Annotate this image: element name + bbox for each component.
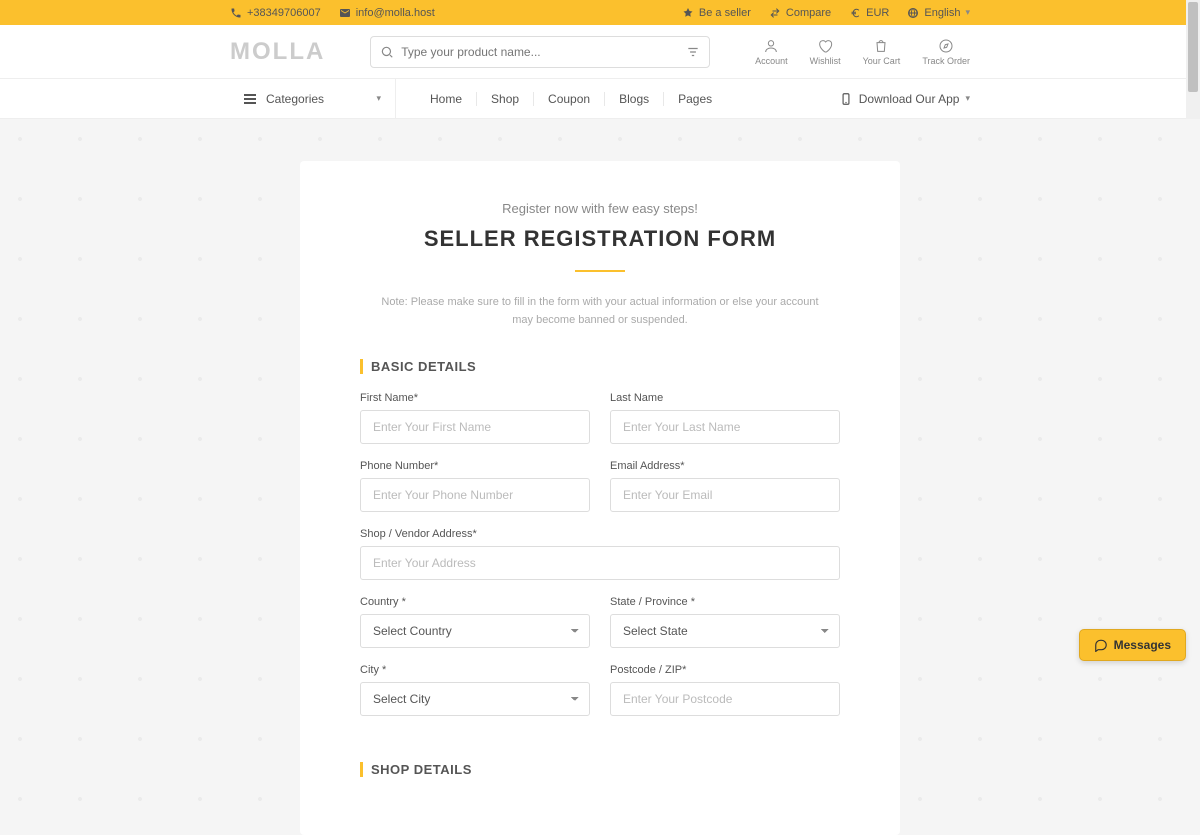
email-link[interactable]: info@molla.host (339, 7, 435, 19)
nav-pages[interactable]: Pages (664, 92, 726, 106)
phone-text: +38349706007 (247, 7, 321, 19)
title-underline (575, 270, 625, 272)
search-input[interactable] (370, 36, 710, 68)
track-order-link[interactable]: Track Order (922, 38, 970, 66)
nav-bar: Categories ▾ Home Shop Coupon Blogs Page… (0, 79, 1200, 119)
scrollbar-thumb[interactable] (1188, 2, 1198, 92)
categories-label: Categories (266, 92, 324, 106)
email-input[interactable] (610, 478, 840, 512)
account-link[interactable]: Account (755, 38, 788, 66)
seller-icon (682, 7, 694, 19)
last-name-input[interactable] (610, 410, 840, 444)
language-text: English (924, 7, 960, 19)
country-label: Country * (360, 596, 590, 608)
nav-home[interactable]: Home (416, 92, 477, 106)
language-select[interactable]: English ▾ (907, 7, 970, 19)
phone-label: Phone Number* (360, 460, 590, 472)
form-subtitle: Register now with few easy steps! (360, 201, 840, 216)
search-icon (380, 45, 394, 59)
country-select[interactable]: Select Country (360, 614, 590, 648)
compare-icon (769, 7, 781, 19)
phone-input[interactable] (360, 478, 590, 512)
postcode-label: Postcode / ZIP* (610, 664, 840, 676)
section-basic-details: BASIC DETAILS (360, 359, 840, 374)
city-select[interactable]: Select City (360, 682, 590, 716)
mail-icon (339, 7, 351, 19)
logo[interactable]: MOLLA (230, 38, 325, 66)
chevron-down-icon: ▾ (965, 93, 970, 104)
currency-icon (849, 7, 861, 19)
address-label: Shop / Vendor Address* (360, 528, 840, 540)
phone-icon (230, 7, 242, 19)
city-label: City * (360, 664, 590, 676)
first-name-input[interactable] (360, 410, 590, 444)
top-bar: +38349706007 info@molla.host Be a seller… (0, 0, 1200, 25)
chevron-down-icon: ▾ (965, 7, 970, 18)
compare-link[interactable]: Compare (769, 7, 831, 19)
wishlist-label: Wishlist (810, 56, 841, 66)
heart-icon (817, 38, 833, 54)
nav-shop[interactable]: Shop (477, 92, 534, 106)
phone-link[interactable]: +38349706007 (230, 7, 321, 19)
categories-button[interactable]: Categories ▾ (230, 79, 396, 119)
form-note: Note: Please make sure to fill in the fo… (360, 294, 840, 329)
cart-label: Your Cart (863, 56, 901, 66)
be-seller-link[interactable]: Be a seller (682, 7, 751, 19)
email-label: Email Address* (610, 460, 840, 472)
seller-text: Be a seller (699, 7, 751, 19)
hamburger-icon (244, 94, 256, 104)
phone-device-icon (839, 92, 853, 106)
compass-icon (938, 38, 954, 54)
cart-link[interactable]: Your Cart (863, 38, 901, 66)
main-header: MOLLA Account Wishlist Your Cart Track O… (0, 25, 1200, 79)
messages-widget[interactable]: Messages (1079, 629, 1186, 661)
state-label: State / Province * (610, 596, 840, 608)
section-shop-details: SHOP DETAILS (360, 762, 840, 777)
track-label: Track Order (922, 56, 970, 66)
messages-label: Messages (1114, 638, 1171, 652)
currency-select[interactable]: EUR (849, 7, 889, 19)
registration-form-card: Register now with few easy steps! SELLER… (300, 161, 900, 835)
filter-icon[interactable] (686, 45, 700, 59)
download-label: Download Our App (859, 92, 960, 106)
wishlist-link[interactable]: Wishlist (810, 38, 841, 66)
globe-icon (907, 7, 919, 19)
state-select[interactable]: Select State (610, 614, 840, 648)
email-text: info@molla.host (356, 7, 435, 19)
first-name-label: First Name* (360, 392, 590, 404)
chat-icon (1094, 638, 1108, 652)
nav-blogs[interactable]: Blogs (605, 92, 664, 106)
postcode-input[interactable] (610, 682, 840, 716)
bag-icon (873, 38, 889, 54)
user-icon (763, 38, 779, 54)
last-name-label: Last Name (610, 392, 840, 404)
download-app-button[interactable]: Download Our App ▾ (839, 92, 970, 106)
nav-coupon[interactable]: Coupon (534, 92, 605, 106)
currency-text: EUR (866, 7, 889, 19)
compare-text: Compare (786, 7, 831, 19)
chevron-down-icon: ▾ (376, 93, 381, 104)
nav-links: Home Shop Coupon Blogs Pages (416, 92, 726, 106)
account-label: Account (755, 56, 788, 66)
form-title: SELLER REGISTRATION FORM (360, 226, 840, 252)
page-background: Register now with few easy steps! SELLER… (0, 119, 1200, 835)
search-bar (370, 36, 710, 68)
address-input[interactable] (360, 546, 840, 580)
